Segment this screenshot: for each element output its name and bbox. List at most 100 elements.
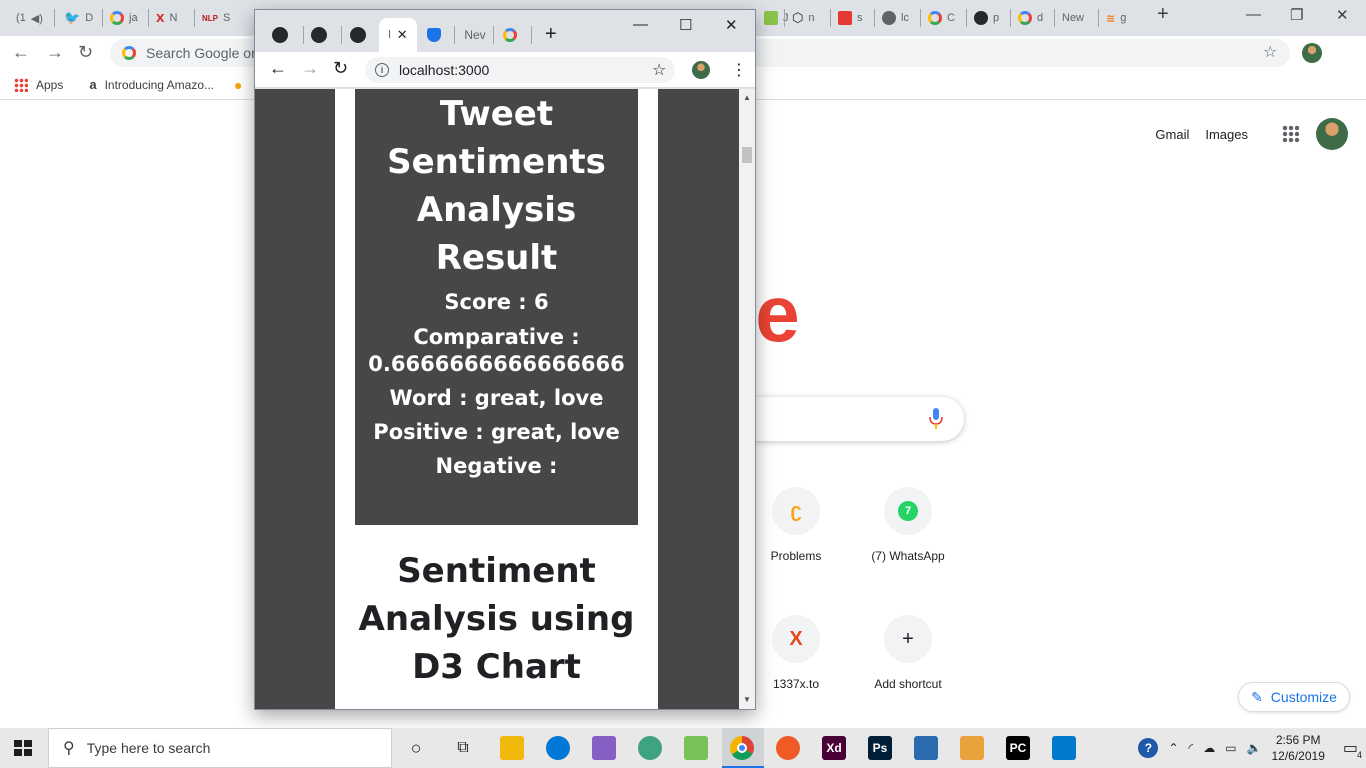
clock[interactable]: 2:56 PM 12/6/2019 bbox=[1271, 732, 1324, 764]
git-icon[interactable] bbox=[914, 736, 938, 760]
battery-icon[interactable]: ▭ bbox=[1225, 741, 1236, 755]
popup-tab-shield[interactable] bbox=[423, 22, 445, 48]
reload-icon[interactable]: ↻ bbox=[333, 58, 348, 79]
menu-kebab-icon[interactable]: ⋮ bbox=[731, 60, 747, 80]
bg-tab-10[interactable]: C bbox=[922, 6, 964, 30]
popup-tab-github-1[interactable] bbox=[269, 22, 291, 48]
bg-tab-11[interactable]: p bbox=[968, 6, 1008, 30]
scrollbar-thumb[interactable] bbox=[742, 147, 752, 163]
bg-tab-9[interactable]: lc bbox=[876, 6, 918, 30]
bookmark-apps[interactable]: Apps bbox=[14, 77, 64, 92]
shortcut-whatsapp[interactable]: 7 (7) WhatsApp bbox=[853, 487, 963, 563]
bookmark-amazon[interactable]: a Introducing Amazo... bbox=[89, 77, 214, 92]
postman-icon[interactable] bbox=[776, 736, 800, 760]
popup-new-tab-button[interactable]: + bbox=[545, 23, 557, 46]
scroll-up-icon[interactable]: ▲ bbox=[743, 93, 751, 102]
popup-minimize-button[interactable]: — bbox=[633, 16, 648, 33]
google-account-avatar[interactable] bbox=[1316, 118, 1348, 150]
back-arrow-icon[interactable]: ← bbox=[269, 58, 287, 79]
profile-avatar[interactable] bbox=[692, 61, 710, 79]
file-explorer-icon[interactable] bbox=[500, 736, 524, 760]
bg-tab-4[interactable]: Ⅹ N bbox=[150, 6, 192, 30]
vertical-scrollbar[interactable]: ▲ ▼ bbox=[739, 89, 755, 709]
bookmark-label: Apps bbox=[36, 77, 64, 92]
cube-icon: ⬡ bbox=[792, 10, 804, 25]
bg-tab-8[interactable]: s bbox=[832, 6, 872, 30]
volume-icon[interactable]: 🔈 bbox=[1247, 741, 1262, 755]
customize-button[interactable]: ✎ Customize bbox=[1238, 682, 1350, 712]
cloud-icon[interactable]: ☁ bbox=[1203, 741, 1215, 755]
windows-start-icon[interactable] bbox=[14, 740, 32, 756]
popup-maximize-button[interactable]: ☐ bbox=[679, 16, 692, 34]
pencil-icon: ✎ bbox=[1251, 688, 1263, 705]
active-tab-label: l bbox=[388, 29, 391, 41]
popup-active-tab[interactable]: l ✕ bbox=[379, 18, 417, 52]
word-text: Word : great, love bbox=[389, 386, 604, 410]
bg-tab-12[interactable]: d bbox=[1012, 6, 1054, 30]
chevron-up-icon[interactable]: ⌃ bbox=[1168, 741, 1178, 755]
apps-grid-icon[interactable] bbox=[1282, 125, 1300, 143]
scroll-down-icon[interactable]: ▼ bbox=[743, 695, 751, 704]
close-tab-icon[interactable]: ✕ bbox=[397, 27, 408, 43]
shortcut-problems[interactable]: ʗ Problems bbox=[741, 487, 851, 563]
address-bar[interactable]: i localhost:3000 bbox=[365, 57, 675, 83]
popup-toolbar: ← → ↻ i localhost:3000 ☆ ⋮ bbox=[255, 52, 755, 88]
popup-tab-github-2[interactable] bbox=[308, 22, 330, 48]
taskbar-search-box[interactable]: ⚲ Type here to search bbox=[48, 728, 392, 768]
github-icon bbox=[311, 27, 327, 43]
shortcut-add[interactable]: + Add shortcut bbox=[853, 615, 963, 691]
shortcut-1337x[interactable]: X 1337x.to bbox=[741, 615, 851, 691]
bg-tab-13[interactable]: New bbox=[1056, 6, 1096, 30]
bg-tab-14[interactable]: ≋ g bbox=[1100, 6, 1142, 30]
new-tab-button[interactable]: + bbox=[1157, 3, 1169, 26]
info-icon[interactable]: i bbox=[375, 63, 389, 77]
forward-arrow-icon[interactable]: → bbox=[301, 58, 319, 79]
page-viewport: Tweet Sentiments Analysis Result Score :… bbox=[255, 89, 739, 709]
reload-icon[interactable]: ↻ bbox=[78, 42, 93, 63]
visual-studio-icon[interactable] bbox=[592, 736, 616, 760]
adobe-xd-icon[interactable]: Xd bbox=[822, 736, 846, 760]
atom-icon[interactable] bbox=[638, 736, 662, 760]
restore-button[interactable]: ❐ bbox=[1290, 6, 1303, 24]
notifications-icon[interactable]: ▭ 4 bbox=[1343, 738, 1362, 760]
shortcut-label: Add shortcut bbox=[874, 677, 942, 691]
popup-close-button[interactable]: ✕ bbox=[725, 16, 738, 34]
microphone-icon[interactable] bbox=[929, 408, 943, 430]
popup-tab-new[interactable]: Nev bbox=[460, 22, 490, 48]
close-button[interactable]: ✕ bbox=[1336, 6, 1349, 24]
bg-tab-1[interactable]: (1 ◀) bbox=[10, 6, 50, 30]
minimize-button[interactable]: — bbox=[1246, 6, 1261, 23]
notification-count: 4 bbox=[1356, 750, 1362, 760]
help-icon[interactable]: ? bbox=[1138, 738, 1159, 758]
tab-label: lc bbox=[901, 12, 909, 24]
star-icon[interactable]: ☆ bbox=[1263, 42, 1277, 62]
popup-tab-github-3[interactable] bbox=[347, 22, 369, 48]
forward-arrow-icon[interactable]: → bbox=[46, 42, 64, 63]
edge-icon[interactable] bbox=[546, 736, 570, 760]
android-studio-icon[interactable] bbox=[684, 736, 708, 760]
wifi-icon[interactable]: ◜ bbox=[1189, 741, 1194, 755]
bg-tab-5[interactable]: NLP S bbox=[196, 6, 238, 30]
star-icon[interactable]: ☆ bbox=[652, 60, 666, 80]
generic-icon bbox=[764, 11, 778, 25]
images-link[interactable]: Images bbox=[1205, 127, 1248, 142]
vscode-icon[interactable] bbox=[1052, 736, 1076, 760]
shortcut-label: (7) WhatsApp bbox=[871, 549, 945, 563]
back-arrow-icon[interactable]: ← bbox=[12, 42, 30, 63]
tab-label: s bbox=[857, 12, 863, 24]
colorful-app-icon[interactable] bbox=[960, 736, 984, 760]
bg-tab-7[interactable]: ⬡ n bbox=[786, 6, 828, 30]
globe-icon bbox=[882, 11, 896, 25]
chrome-icon[interactable] bbox=[730, 736, 754, 760]
task-view-icon[interactable]: ⧉ bbox=[451, 736, 475, 760]
popup-tab-google[interactable] bbox=[499, 22, 521, 48]
photoshop-icon[interactable]: Ps bbox=[868, 736, 892, 760]
cortana-icon[interactable]: ○ bbox=[404, 736, 428, 760]
pycharm-icon[interactable]: PC bbox=[1006, 736, 1030, 760]
bg-tab-2[interactable]: 🐦 D bbox=[58, 6, 98, 30]
gmail-link[interactable]: Gmail bbox=[1155, 127, 1189, 142]
tab-label: S bbox=[223, 12, 231, 24]
google-icon bbox=[928, 11, 942, 25]
bg-tab-3[interactable]: ja bbox=[104, 6, 146, 30]
profile-avatar[interactable] bbox=[1302, 43, 1322, 63]
